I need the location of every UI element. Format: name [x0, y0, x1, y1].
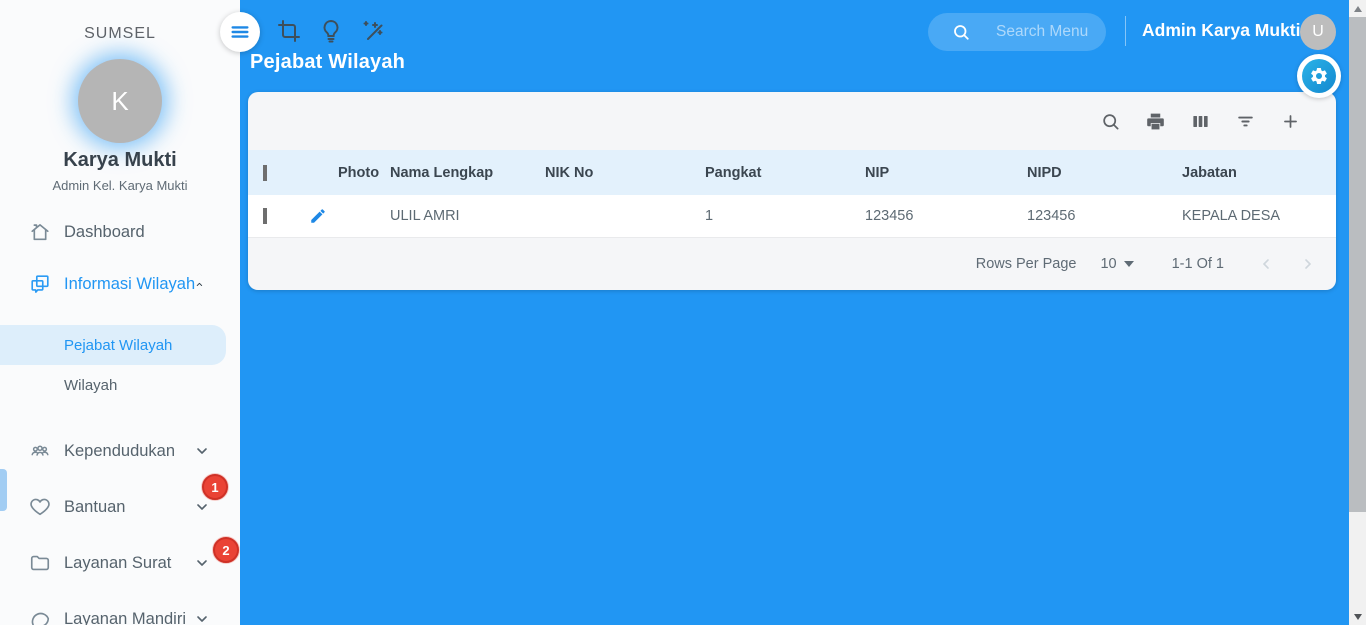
- chevron-down-icon: [194, 611, 210, 625]
- triangle-up-icon: [1354, 6, 1362, 12]
- filter-icon[interactable]: [1236, 112, 1255, 131]
- people-icon: [29, 440, 51, 462]
- settings-fab-core: [1302, 59, 1336, 93]
- sidebar-item-label: Layanan Mandiri: [64, 610, 194, 625]
- header-jabatan: Jabatan: [1182, 165, 1336, 181]
- crop-icon[interactable]: [277, 19, 301, 43]
- next-page-button[interactable]: [1300, 256, 1316, 272]
- chevron-up-icon: [195, 276, 204, 292]
- sidebar-item-layanan-surat[interactable]: Layanan Surat: [0, 535, 240, 591]
- scroll-up-arrow[interactable]: [1349, 0, 1366, 17]
- caret-down-icon: [1124, 261, 1134, 267]
- brand-title: SUMSEL: [0, 25, 240, 43]
- sidebar-item-layanan-mandiri[interactable]: Layanan Mandiri: [0, 591, 240, 625]
- select-all-checkbox[interactable]: [263, 165, 267, 181]
- cell-nama-lengkap: ULIL AMRI: [390, 208, 545, 224]
- cell-nip: 123456: [865, 208, 1027, 224]
- header-pangkat: Pangkat: [705, 165, 865, 181]
- pagination-range: 1-1 Of 1: [1172, 256, 1224, 272]
- notification-badge: 2: [213, 537, 239, 563]
- sidebar-item-dashboard[interactable]: Dashboard: [0, 206, 240, 258]
- header-nipd: NIPD: [1027, 165, 1182, 181]
- home-icon: [29, 221, 51, 243]
- sidebar-item-label: Dashboard: [64, 223, 240, 242]
- sidebar-item-informasi-wilayah[interactable]: Informasi Wilayah 1: [0, 258, 240, 310]
- chat-icon: [29, 608, 51, 625]
- header-photo: Photo: [338, 165, 390, 181]
- rows-per-page-value: 10: [1100, 256, 1116, 272]
- chevron-down-icon: [194, 555, 210, 571]
- sidebar-subitem-label: Pejabat Wilayah: [64, 337, 226, 354]
- search-input[interactable]: [996, 23, 1096, 41]
- settings-fab[interactable]: [1297, 54, 1341, 98]
- table-row: ULIL AMRI 1 123456 123456 KEPALA DESA: [248, 195, 1336, 238]
- sidebar-item-label: Informasi Wilayah: [64, 275, 195, 294]
- table-pagination: Rows Per Page 10 1-1 Of 1: [248, 238, 1336, 289]
- cell-pangkat: 1: [705, 208, 865, 224]
- sidebar-item-kependudukan[interactable]: Kependudukan: [0, 423, 240, 479]
- sidebar-toggle-button[interactable]: [220, 12, 260, 52]
- lightbulb-icon[interactable]: [319, 19, 343, 43]
- notification-badge: 1: [202, 474, 228, 500]
- topbar-quick-actions: [277, 19, 385, 43]
- header-nip: NIP: [865, 165, 1027, 181]
- sidebar-subitem-label: Wilayah: [64, 377, 240, 394]
- row-checkbox[interactable]: [263, 208, 267, 224]
- edit-pencil-icon[interactable]: [309, 207, 327, 225]
- scrollbar-thumb[interactable]: [1349, 17, 1366, 512]
- sidebar-menu: Dashboard Informasi Wilayah 1 Pejabat Wi…: [0, 206, 240, 625]
- sidebar: SUMSEL K Karya Mukti Admin Kel. Karya Mu…: [0, 0, 240, 625]
- sidebar-item-label: Bantuan: [64, 498, 194, 517]
- sidebar-user-role: Admin Kel. Karya Mukti: [0, 178, 240, 193]
- sidebar-avatar: K: [78, 59, 162, 143]
- cell-nipd: 123456: [1027, 208, 1182, 224]
- chevron-down-icon: [194, 443, 210, 459]
- hamburger-icon: [229, 21, 251, 43]
- print-icon[interactable]: [1146, 112, 1165, 131]
- rows-per-page-select[interactable]: 10: [1100, 256, 1133, 272]
- user-menu-label[interactable]: Admin Karya Mukti: [1142, 20, 1301, 41]
- scrollbar[interactable]: [1349, 0, 1366, 625]
- search-icon: [952, 23, 970, 41]
- sidebar-item-label: Layanan Surat: [64, 554, 194, 573]
- topbar-divider: [1125, 16, 1126, 46]
- chevron-down-icon: [194, 499, 210, 515]
- sidebar-item-pejabat-wilayah[interactable]: Pejabat Wilayah 2: [0, 325, 226, 365]
- header-nik-no: NIK No: [545, 165, 705, 181]
- sidebar-user-name: Karya Mukti: [0, 149, 240, 172]
- sidebar-item-wilayah[interactable]: Wilayah: [0, 365, 240, 405]
- app-root: Admin Karya Mukti U Pejabat Wilayah: [0, 0, 1366, 625]
- gear-icon: [1309, 66, 1329, 86]
- magic-wand-icon[interactable]: [361, 19, 385, 43]
- folder-icon: [29, 552, 51, 574]
- pages-icon: [29, 273, 51, 295]
- scroll-down-arrow[interactable]: [1349, 608, 1366, 625]
- header-nama-lengkap: Nama Lengkap: [390, 165, 545, 181]
- sidebar-avatar-letter: K: [111, 86, 128, 117]
- cell-jabatan: KEPALA DESA: [1182, 208, 1336, 224]
- table-header-row: Photo Nama Lengkap NIK No Pangkat NIP NI…: [248, 150, 1336, 195]
- page-title: Pejabat Wilayah: [250, 51, 405, 74]
- heart-icon: [29, 496, 51, 518]
- active-menu-indicator: [0, 469, 7, 511]
- columns-icon[interactable]: [1191, 112, 1210, 131]
- previous-page-button[interactable]: [1258, 256, 1274, 272]
- rows-per-page-label: Rows Per Page: [976, 256, 1077, 272]
- data-table-card: Photo Nama Lengkap NIK No Pangkat NIP NI…: [248, 92, 1336, 290]
- table-toolbar: [248, 92, 1336, 150]
- search-menu[interactable]: [928, 13, 1106, 51]
- table-search-icon[interactable]: [1101, 112, 1120, 131]
- sidebar-item-label: Kependudukan: [64, 442, 194, 461]
- triangle-down-icon: [1354, 614, 1362, 620]
- user-menu-avatar[interactable]: U: [1300, 14, 1336, 50]
- add-icon[interactable]: [1281, 112, 1300, 131]
